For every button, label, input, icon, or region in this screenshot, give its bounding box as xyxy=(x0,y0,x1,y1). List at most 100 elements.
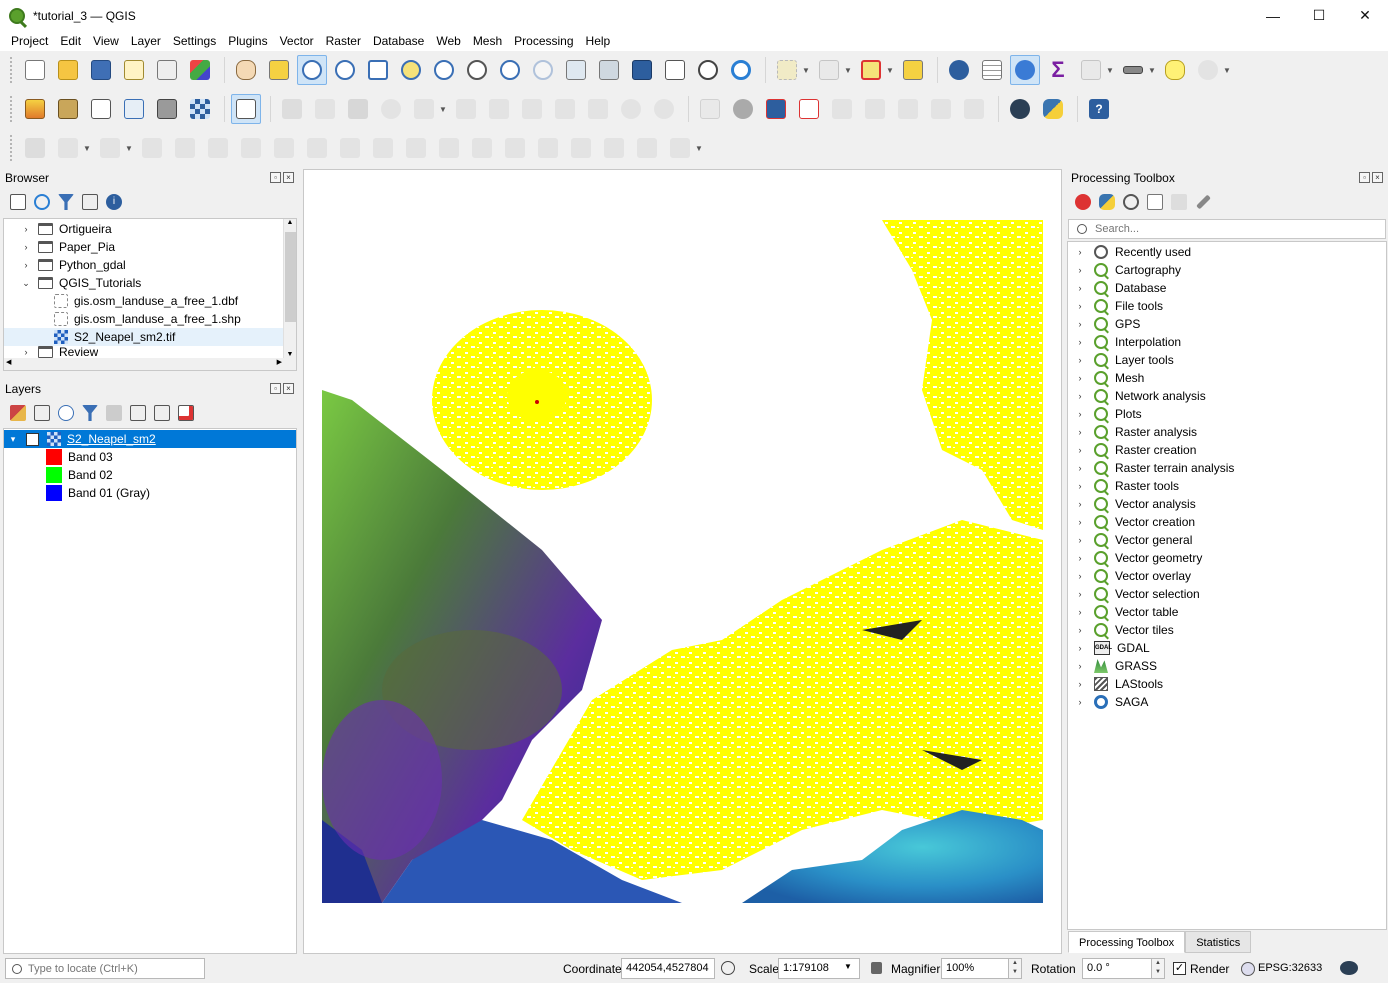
chevron-right-icon[interactable]: › xyxy=(20,224,32,234)
merge-attributes-button[interactable] xyxy=(566,133,596,163)
toolbox-group[interactable]: › Vector geometry xyxy=(1074,549,1202,567)
toolbar-grip[interactable] xyxy=(10,135,14,161)
locator-bar[interactable] xyxy=(5,958,205,979)
shape-digitize-button[interactable] xyxy=(665,133,695,163)
delete-selected-button[interactable] xyxy=(484,94,514,124)
menu-view[interactable]: View xyxy=(87,31,125,51)
chevron-right-icon[interactable]: › xyxy=(1074,697,1086,707)
toolbox-group[interactable]: › Network analysis xyxy=(1074,387,1206,405)
select-by-value-button[interactable] xyxy=(814,55,844,85)
options-wrench-icon[interactable] xyxy=(1196,194,1211,210)
split-parts-button[interactable] xyxy=(500,133,530,163)
toolbox-group[interactable]: › Vector tiles xyxy=(1074,621,1174,639)
chevron-down-icon[interactable]: ▼ xyxy=(1148,66,1156,75)
menu-settings[interactable]: Settings xyxy=(167,31,222,51)
merge-features-button[interactable] xyxy=(533,133,563,163)
close-button[interactable]: ✕ xyxy=(1342,0,1388,31)
move-feature-button[interactable] xyxy=(95,133,125,163)
coordinate-toggle-icon[interactable] xyxy=(721,961,735,975)
toolbox-search[interactable] xyxy=(1068,219,1386,239)
filter-icon[interactable] xyxy=(58,194,74,210)
toolbox-group[interactable]: › Vector table xyxy=(1074,603,1178,621)
chevron-right-icon[interactable]: › xyxy=(1074,301,1086,311)
zoom-to-layer-button[interactable] xyxy=(429,55,459,85)
toolbox-group[interactable]: › Vector creation xyxy=(1074,513,1195,531)
menu-mesh[interactable]: Mesh xyxy=(467,31,508,51)
chevron-right-icon[interactable]: › xyxy=(1074,499,1086,509)
menu-edit[interactable]: Edit xyxy=(54,31,87,51)
chevron-right-icon[interactable]: › xyxy=(1074,535,1086,545)
scroll-left-icon[interactable]: ◀ xyxy=(6,358,11,366)
remove-layer-icon[interactable] xyxy=(178,405,194,421)
scroll-down-icon[interactable]: ▼ xyxy=(284,351,296,358)
chevron-down-icon[interactable]: ▼ xyxy=(802,66,810,75)
zoom-last-button[interactable] xyxy=(495,55,525,85)
select-features-button[interactable] xyxy=(772,55,802,85)
chevron-down-icon[interactable]: ▼ xyxy=(125,144,133,153)
pan-to-selection-button[interactable] xyxy=(264,55,294,85)
tree-item-folder[interactable]: › Review xyxy=(20,346,98,358)
temporal-controller-button[interactable] xyxy=(693,55,723,85)
magnifier-spinner[interactable]: ▲ ▼ xyxy=(1008,958,1022,979)
chevron-down-icon[interactable]: ▼ xyxy=(83,144,91,153)
new-geopackage-button[interactable] xyxy=(53,94,83,124)
rotate-feature-button[interactable] xyxy=(137,133,167,163)
menu-processing[interactable]: Processing xyxy=(508,31,579,51)
browser-vertical-scrollbar[interactable]: ▲ ▼ xyxy=(283,219,296,358)
menu-vector[interactable]: Vector xyxy=(274,31,320,51)
pan-map-button[interactable] xyxy=(231,55,261,85)
python-scripts-icon[interactable] xyxy=(1099,194,1115,210)
measure-button[interactable] xyxy=(1118,55,1148,85)
label-props-button[interactable] xyxy=(959,94,989,124)
rotate-label-button[interactable] xyxy=(893,94,923,124)
chevron-down-icon[interactable]: ▼ xyxy=(886,66,894,75)
chevron-right-icon[interactable]: › xyxy=(1074,427,1086,437)
zoom-next-button[interactable] xyxy=(528,55,558,85)
chevron-down-icon[interactable]: ▼ xyxy=(844,66,852,75)
change-label-button[interactable] xyxy=(926,94,956,124)
locate-button[interactable] xyxy=(1193,55,1223,85)
new-3d-map-view-button[interactable] xyxy=(594,55,624,85)
style-brush-icon[interactable] xyxy=(10,405,26,421)
scroll-up-icon[interactable]: ▲ xyxy=(284,219,296,226)
zoom-full-button[interactable] xyxy=(363,55,393,85)
tree-item-folder[interactable]: › Ortigueira xyxy=(20,220,112,238)
python-console-button[interactable] xyxy=(1038,94,1068,124)
magnifier-field[interactable]: 100% xyxy=(941,958,1009,979)
add-raster-button[interactable] xyxy=(152,94,182,124)
open-project-button[interactable] xyxy=(53,55,83,85)
chevron-right-icon[interactable]: › xyxy=(1074,319,1086,329)
scrollbar-thumb[interactable] xyxy=(285,232,296,322)
modify-attributes-button[interactable] xyxy=(451,94,481,124)
rotation-field[interactable]: 0.0 ° xyxy=(1082,958,1152,979)
chevron-right-icon[interactable]: › xyxy=(1074,445,1086,455)
toolbox-group[interactable]: › Vector selection xyxy=(1074,585,1200,603)
filter-expression-icon[interactable] xyxy=(106,405,122,421)
label-toolbar-button[interactable] xyxy=(695,94,725,124)
style-manager-button[interactable] xyxy=(185,55,215,85)
chevron-right-icon[interactable]: › xyxy=(20,242,32,252)
lock-icon[interactable] xyxy=(871,962,882,974)
toolbox-group[interactable]: › Cartography xyxy=(1074,261,1181,279)
toolbox-group[interactable]: › GRASS xyxy=(1074,657,1157,675)
field-calculator-button[interactable] xyxy=(1076,55,1106,85)
chevron-right-icon[interactable]: › xyxy=(1074,553,1086,563)
chevron-right-icon[interactable]: › xyxy=(1074,481,1086,491)
deselect-all-button[interactable] xyxy=(856,55,886,85)
chevron-right-icon[interactable]: › xyxy=(1074,643,1086,653)
chevron-right-icon[interactable]: › xyxy=(1074,463,1086,473)
toolbar-grip[interactable] xyxy=(10,57,14,83)
cut-features-button[interactable] xyxy=(517,94,547,124)
toggle-editing-button[interactable] xyxy=(310,94,340,124)
chevron-right-icon[interactable]: › xyxy=(1074,679,1086,689)
scroll-right-icon[interactable]: ▶ xyxy=(277,358,282,366)
chevron-right-icon[interactable]: › xyxy=(1074,607,1086,617)
save-project-button[interactable] xyxy=(86,55,116,85)
add-group-icon[interactable] xyxy=(34,405,50,421)
eye-icon[interactable] xyxy=(58,405,74,421)
offset-symbols-button[interactable] xyxy=(632,133,662,163)
map-canvas[interactable] xyxy=(303,169,1062,954)
tree-item-file[interactable]: gis.osm_landuse_a_free_1.shp xyxy=(54,310,241,328)
maximize-button[interactable]: ☐ xyxy=(1296,0,1342,31)
highlight-labels-button[interactable] xyxy=(794,94,824,124)
